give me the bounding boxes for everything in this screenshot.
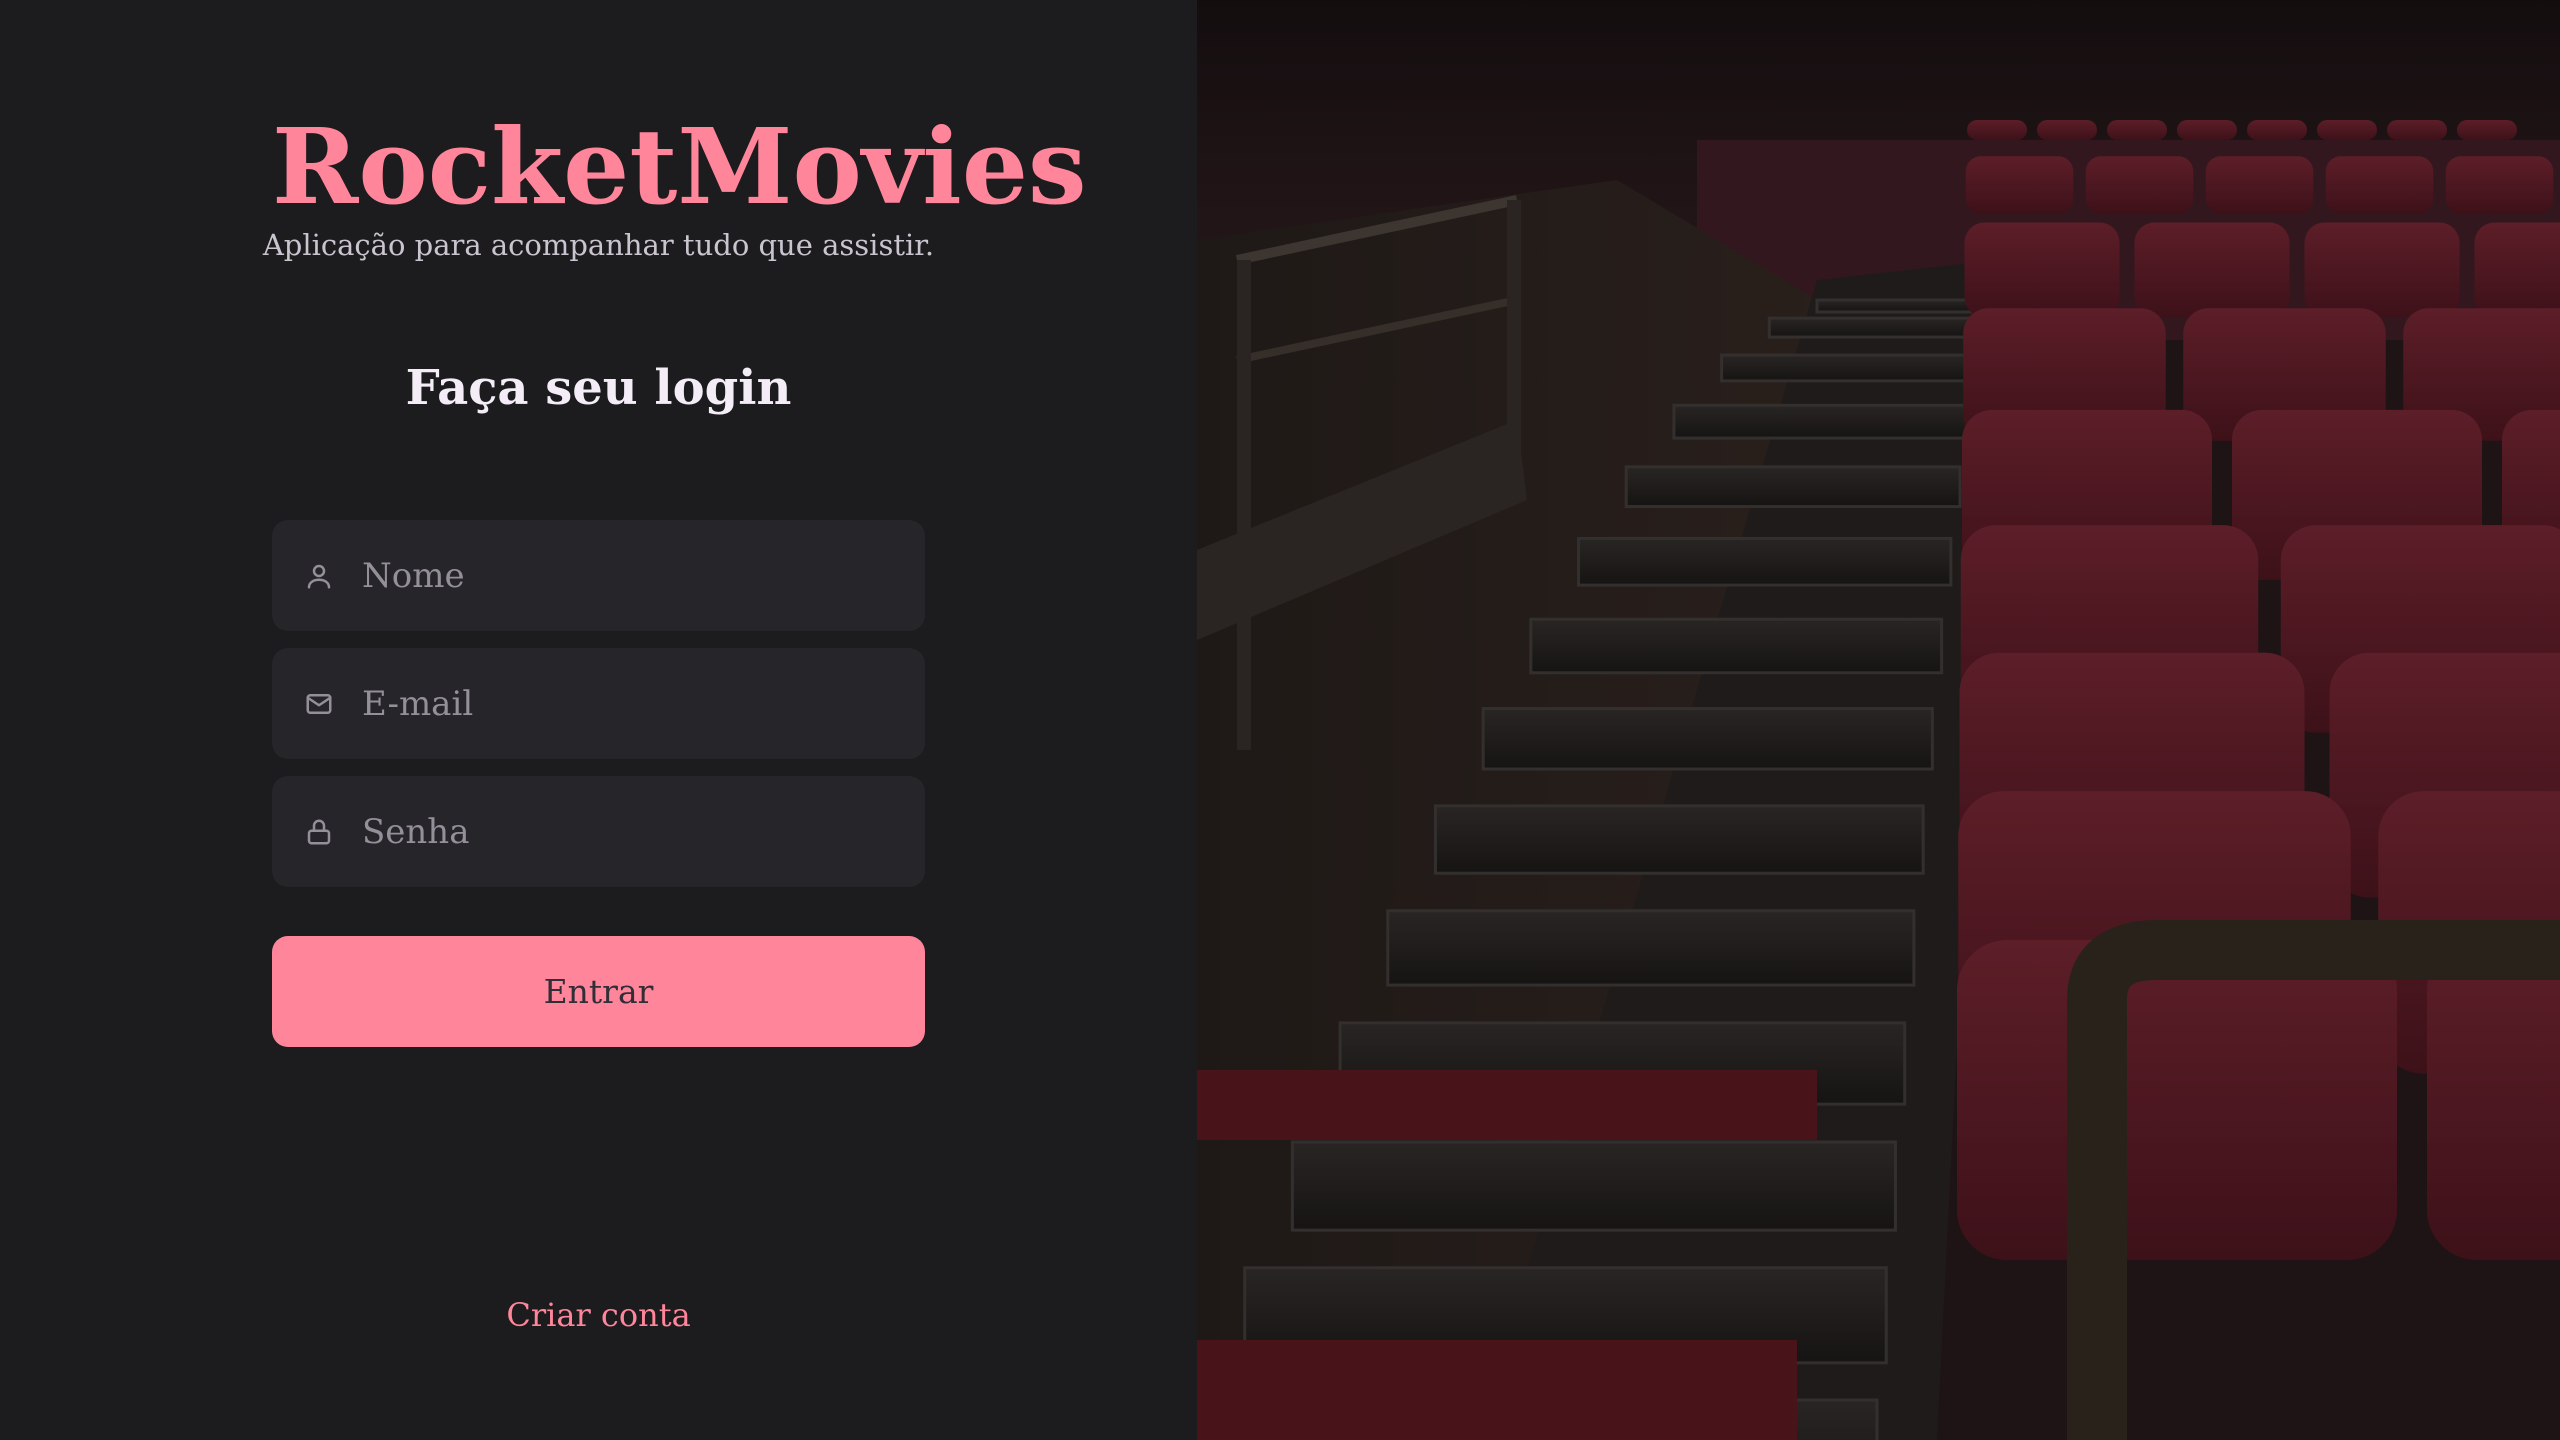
brand-tagline: Aplicação para acompanhar tudo que assis… [262, 228, 935, 262]
login-form-panel: RocketMovies Aplicação para acompanhar t… [0, 0, 1197, 1440]
name-input[interactable] [360, 519, 925, 632]
email-field[interactable] [272, 647, 925, 760]
password-field[interactable] [272, 775, 925, 888]
name-field[interactable] [272, 519, 925, 632]
lock-icon [304, 817, 334, 847]
login-title: Faça seu login [405, 360, 792, 416]
brand-logo: RocketMovies [272, 105, 1087, 228]
background-dim-overlay [1197, 0, 2560, 1440]
create-account-link[interactable]: Criar conta [200, 1296, 997, 1334]
user-icon [304, 561, 334, 591]
signin-page: RocketMovies Aplicação para acompanhar t… [0, 0, 2560, 1440]
login-button[interactable]: Entrar [272, 936, 925, 1047]
password-input[interactable] [360, 775, 925, 888]
cinema-background-image [1197, 0, 2560, 1440]
mail-icon [304, 689, 334, 719]
email-input[interactable] [360, 647, 925, 760]
